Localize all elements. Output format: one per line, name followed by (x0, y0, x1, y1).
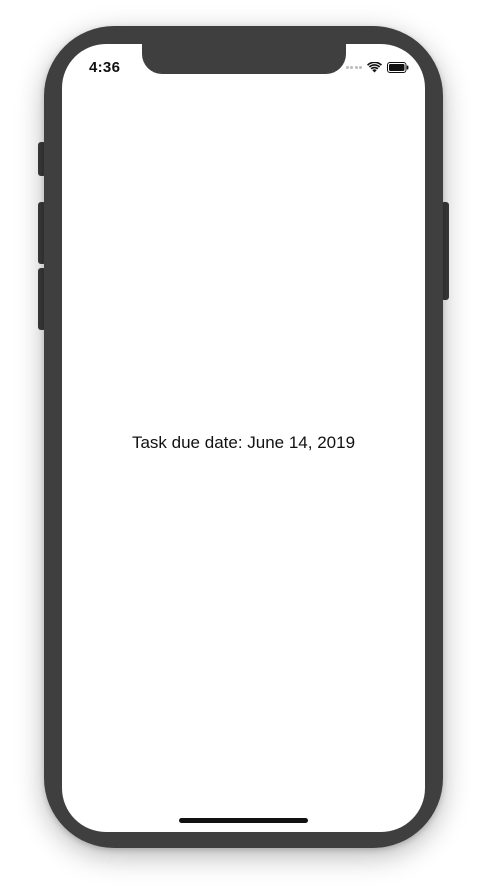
notch (142, 44, 346, 74)
battery-icon (387, 61, 409, 73)
status-icons (345, 60, 410, 74)
simulator-stage: 4:36 Task due date: June 14, 2019 (0, 0, 487, 892)
task-due-date-label: Task due date: June 14, 2019 (131, 433, 356, 452)
home-indicator[interactable] (179, 818, 308, 823)
cellular-signal-icon (345, 65, 362, 69)
wifi-icon (367, 61, 382, 73)
status-time: 4:36 (89, 59, 121, 76)
phone-screen: 4:36 Task due date: June 14, 2019 (62, 44, 425, 832)
